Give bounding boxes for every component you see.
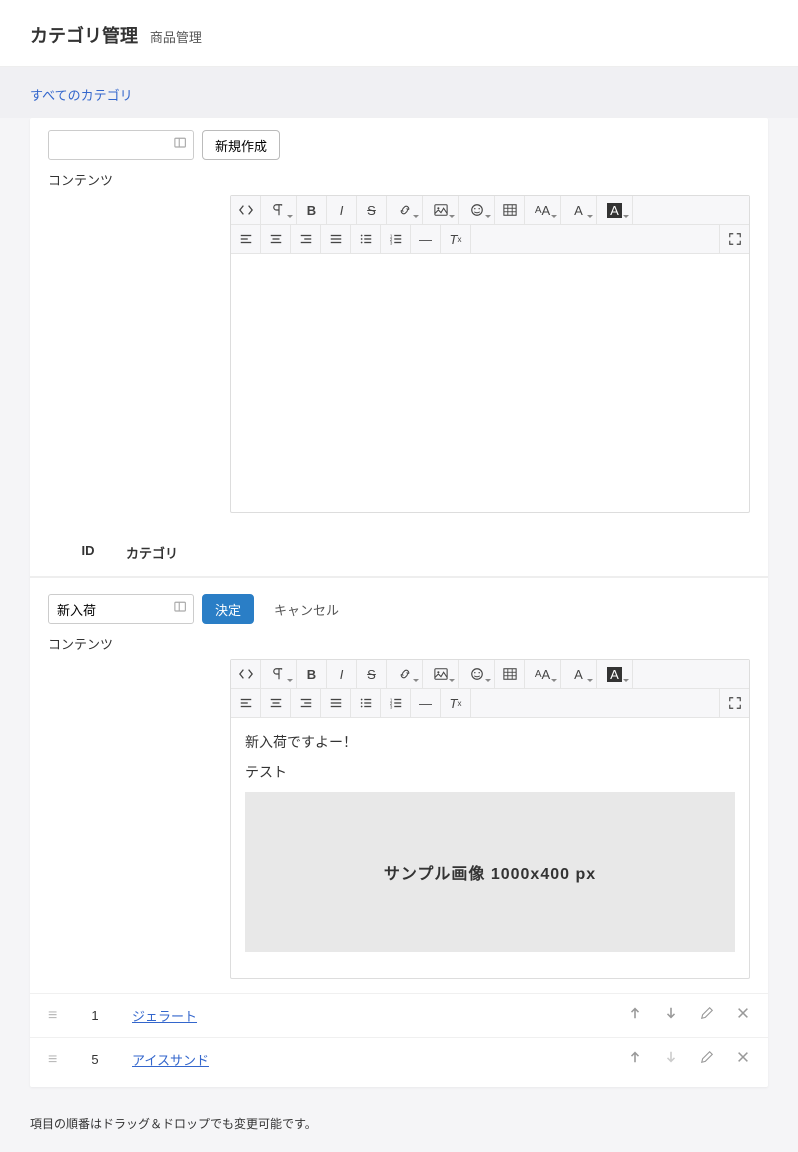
image-icon[interactable]: [423, 660, 459, 688]
paragraph-format-icon[interactable]: [261, 196, 297, 224]
editor-toolbar: B I S AA A A 123 — Tx: [231, 196, 749, 254]
content-line-2: テスト: [245, 762, 735, 782]
code-view-icon[interactable]: [231, 660, 261, 688]
svg-text:3: 3: [389, 240, 392, 245]
breadcrumb: すべてのカテゴリ: [0, 67, 798, 118]
align-center-icon[interactable]: [261, 689, 291, 717]
clear-format-icon[interactable]: Tx: [441, 225, 471, 253]
align-left-icon[interactable]: [231, 689, 261, 717]
emoji-icon[interactable]: [459, 660, 495, 688]
align-center-icon[interactable]: [261, 225, 291, 253]
delete-icon[interactable]: [736, 1006, 750, 1025]
fullscreen-icon[interactable]: [719, 689, 749, 717]
bold-icon[interactable]: B: [297, 660, 327, 688]
footnote: 項目の順番はドラッグ＆ドロップでも変更可能です。: [0, 1111, 798, 1152]
highlight-color-icon[interactable]: A: [597, 196, 633, 224]
font-size-icon[interactable]: AA: [525, 660, 561, 688]
confirm-button[interactable]: 決定: [202, 594, 254, 624]
delete-icon[interactable]: [736, 1050, 750, 1069]
strikethrough-icon[interactable]: S: [357, 660, 387, 688]
category-name-input[interactable]: [48, 130, 194, 160]
row-id: 1: [80, 1008, 110, 1023]
rich-editor-new: B I S AA A A 123 — Tx: [230, 195, 750, 513]
strikethrough-icon[interactable]: S: [357, 196, 387, 224]
move-up-icon[interactable]: [628, 1006, 642, 1025]
italic-icon[interactable]: I: [327, 196, 357, 224]
row-id: 5: [80, 1052, 110, 1067]
create-button[interactable]: 新規作成: [202, 130, 280, 160]
paragraph-format-icon[interactable]: [261, 660, 297, 688]
new-category-row: 新規作成: [30, 118, 768, 168]
edit-row-panel: 決定 キャンセル コンテンツ B I S AA A A: [30, 577, 768, 979]
table-icon[interactable]: [495, 660, 525, 688]
drag-handle-icon[interactable]: ≡: [48, 1007, 66, 1025]
th-id: ID: [64, 543, 112, 562]
editor-toolbar-edit: B I S AA A A 123: [231, 660, 749, 718]
page-title: カテゴリ管理: [30, 26, 138, 46]
page-header: カテゴリ管理 商品管理: [0, 0, 798, 67]
move-down-icon[interactable]: [664, 1050, 678, 1069]
clear-format-icon[interactable]: Tx: [441, 689, 471, 717]
category-link[interactable]: ジェラート: [132, 1006, 197, 1025]
content-label: コンテンツ: [30, 168, 768, 195]
main-panel: 新規作成 コンテンツ B I S AA A A: [30, 118, 768, 1087]
code-view-icon[interactable]: [231, 196, 261, 224]
align-left-icon[interactable]: [231, 225, 261, 253]
th-category: カテゴリ: [126, 543, 178, 562]
ordered-list-icon[interactable]: 123: [381, 225, 411, 253]
font-color-icon[interactable]: A: [561, 196, 597, 224]
table-row: ≡ 5 アイスサンド: [30, 1037, 768, 1081]
font-size-icon[interactable]: AA: [525, 196, 561, 224]
align-justify-icon[interactable]: [321, 689, 351, 717]
move-up-icon[interactable]: [628, 1050, 642, 1069]
edit-category-input[interactable]: [48, 594, 194, 624]
align-right-icon[interactable]: [291, 689, 321, 717]
link-icon[interactable]: [387, 196, 423, 224]
category-link[interactable]: アイスサンド: [132, 1050, 209, 1069]
table-icon[interactable]: [495, 196, 525, 224]
bold-icon[interactable]: B: [297, 196, 327, 224]
edit-icon[interactable]: [700, 1006, 714, 1025]
align-justify-icon[interactable]: [321, 225, 351, 253]
align-right-icon[interactable]: [291, 225, 321, 253]
content-label-edit: コンテンツ: [30, 632, 768, 659]
editor-body-new[interactable]: [231, 254, 749, 512]
fullscreen-icon[interactable]: [719, 225, 749, 253]
move-down-icon[interactable]: [664, 1006, 678, 1025]
drag-handle-icon[interactable]: ≡: [48, 1051, 66, 1069]
table-row: ≡ 1 ジェラート: [30, 993, 768, 1037]
highlight-color-icon[interactable]: A: [597, 660, 633, 688]
page-subtitle: 商品管理: [150, 30, 202, 45]
image-icon[interactable]: [423, 196, 459, 224]
font-color-icon[interactable]: A: [561, 660, 597, 688]
breadcrumb-all-categories[interactable]: すべてのカテゴリ: [30, 88, 133, 103]
edit-icon[interactable]: [700, 1050, 714, 1069]
svg-text:3: 3: [389, 704, 392, 709]
ordered-list-icon[interactable]: 123: [381, 689, 411, 717]
table-header: ID カテゴリ: [30, 527, 768, 577]
content-line-1: 新入荷ですよー！: [245, 732, 735, 752]
rich-editor-edit: B I S AA A A 123: [230, 659, 750, 979]
unordered-list-icon[interactable]: [351, 689, 381, 717]
horizontal-rule-icon[interactable]: —: [411, 225, 441, 253]
unordered-list-icon[interactable]: [351, 225, 381, 253]
editor-body-edit[interactable]: 新入荷ですよー！ テスト サンプル画像 1000x400 px: [231, 718, 749, 978]
link-icon[interactable]: [387, 660, 423, 688]
horizontal-rule-icon[interactable]: —: [411, 689, 441, 717]
italic-icon[interactable]: I: [327, 660, 357, 688]
emoji-icon[interactable]: [459, 196, 495, 224]
sample-image-placeholder: サンプル画像 1000x400 px: [245, 792, 735, 952]
cancel-button[interactable]: キャンセル: [262, 594, 351, 624]
